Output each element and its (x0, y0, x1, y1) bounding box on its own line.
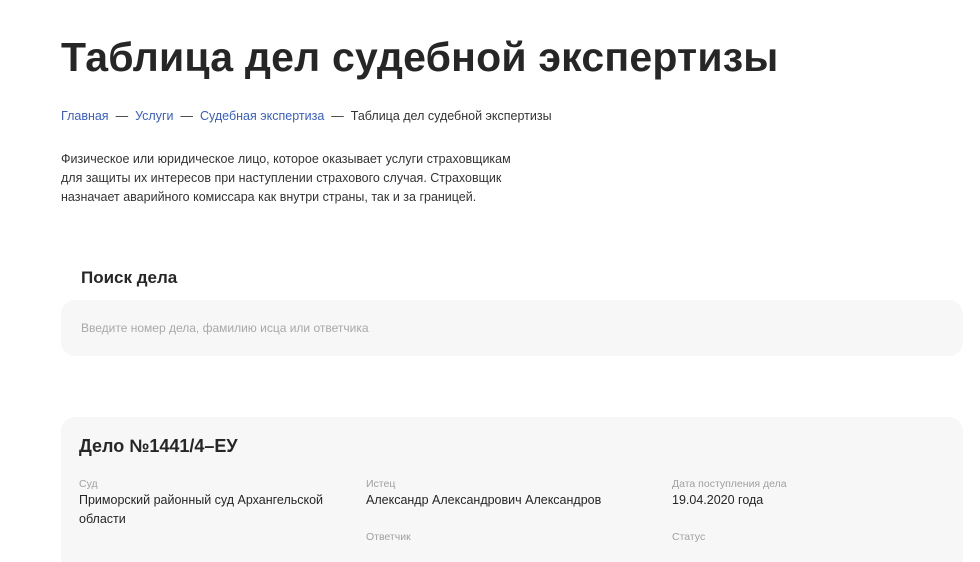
breadcrumb-separator: — (115, 109, 129, 123)
breadcrumb-link-services[interactable]: Услуги (135, 109, 173, 123)
status-label: Статус (672, 531, 706, 543)
breadcrumb-link-forensic-expertise[interactable]: Судебная экспертиза (200, 109, 324, 123)
breadcrumb-link-home[interactable]: Главная (61, 109, 109, 123)
plaintiff-label: Истец (366, 478, 396, 490)
page-description: Физическое или юридическое лицо, которое… (61, 152, 511, 204)
breadcrumb-separator: — (331, 109, 344, 123)
case-search-input[interactable] (61, 300, 963, 356)
breadcrumb-current: Таблица дел судебной экспертизы (350, 109, 552, 123)
court-label: Суд (79, 478, 98, 490)
receipt-date-value: 19.04.2020 года (672, 493, 764, 507)
receipt-date-label: Дата поступления дела (672, 478, 787, 490)
search-heading: Поиск дела (81, 268, 178, 287)
court-value: Приморский районный суд Архангельской об… (79, 493, 324, 526)
defendant-label: Ответчик (366, 531, 411, 543)
page-title: Таблица дел судебной экспертизы (61, 34, 779, 80)
breadcrumb: Главная — Услуги — Судебная экспертиза — Табли… (61, 109, 552, 123)
case-card: Дело №1441/4–ЕУ Суд Приморский районный … (61, 417, 963, 562)
breadcrumb-separator: — (180, 109, 194, 123)
plaintiff-value: Александр Александрович Александров (366, 493, 602, 507)
case-title: Дело №1441/4–ЕУ (79, 436, 238, 456)
